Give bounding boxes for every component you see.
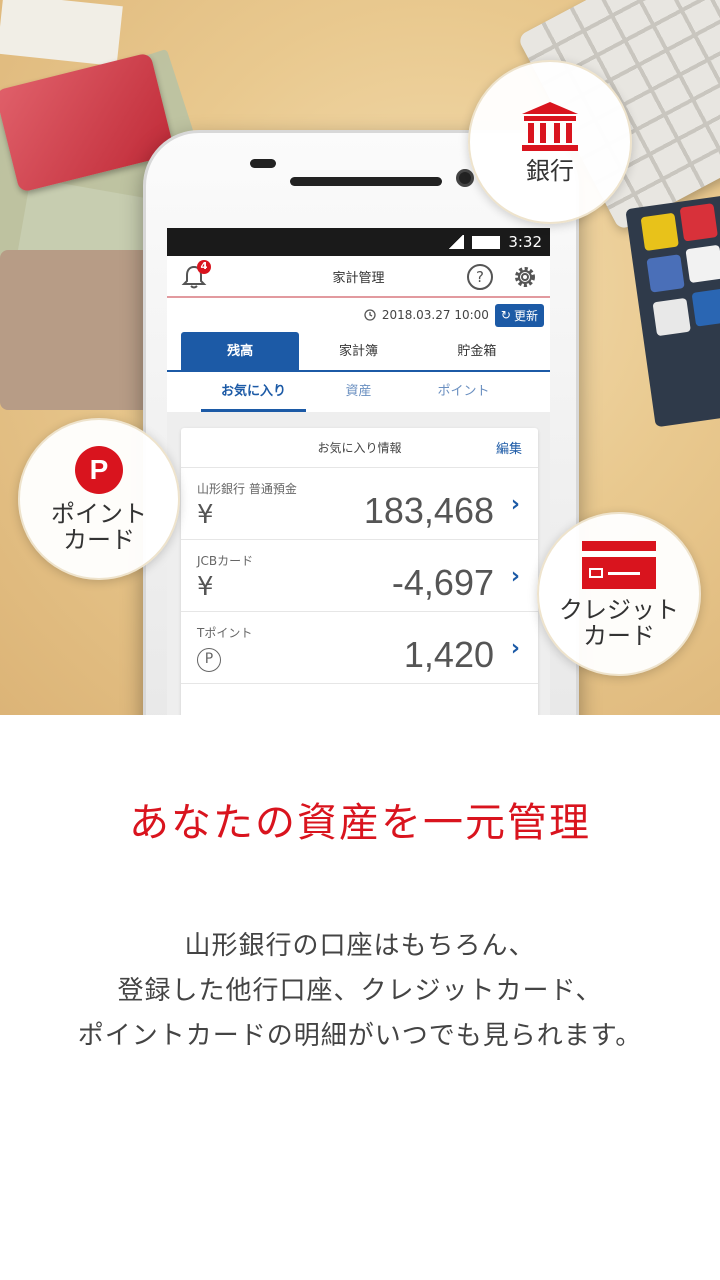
tab-savings-box[interactable]: 貯金箱 <box>418 332 536 370</box>
phone-sensor <box>250 159 276 168</box>
favorites-card: お気に入り情報 編集 山形銀行 普通預金 ¥ 183,468 › JCBカード … <box>181 428 538 715</box>
sub-tabs: お気に入り 資産 ポイント <box>167 372 550 412</box>
update-bar: 2018.03.27 10:00 ↻ 更新 <box>167 298 550 332</box>
account-label: JCBカード <box>197 554 254 568</box>
updated-at: 2018.03.27 10:00 <box>381 308 489 322</box>
refresh-label: 更新 <box>513 308 538 323</box>
credit-card-badge: クレジット カード <box>537 512 701 676</box>
point-card-icon: P <box>75 445 123 494</box>
tab-household-book[interactable]: 家計簿 <box>299 332 417 370</box>
subtab-favorites[interactable]: お気に入り <box>201 372 306 412</box>
description-line: 登録した他行口座、クレジットカード、 <box>117 976 603 1006</box>
account-balance: -4,697 <box>391 562 494 603</box>
pouch-decor <box>0 250 160 410</box>
account-label: 山形銀行 普通預金 <box>197 482 297 496</box>
description-line: ポイントカードの明細がいつでも見られます。 <box>77 1021 643 1051</box>
app-screen: 3:32 4 家計管理 ? 2018.03.27 10:00 ↻ 更新 残高 家… <box>167 228 550 715</box>
point-badge-line1: ポイント <box>51 499 147 528</box>
tab-balance[interactable]: 残高 <box>181 332 300 370</box>
account-balance: 183,468 <box>363 490 494 531</box>
refresh-icon: ↻ <box>500 308 511 322</box>
status-time: 3:32 <box>508 233 542 251</box>
credit-badge-line2: カード <box>583 622 655 650</box>
currency-unit: ¥ <box>197 500 214 530</box>
phone-camera <box>456 169 474 187</box>
account-label: Tポイント <box>197 626 253 640</box>
account-row-bank[interactable]: 山形銀行 普通預金 ¥ 183,468 › <box>181 468 538 540</box>
gear-icon[interactable] <box>512 264 538 290</box>
bank-badge: 銀行 <box>468 60 632 224</box>
bank-badge-label: 銀行 <box>526 156 574 185</box>
battery-icon <box>472 235 501 249</box>
paper-decor <box>0 0 123 67</box>
help-icon[interactable]: ? <box>467 264 493 290</box>
signal-icon <box>448 235 465 249</box>
refresh-button[interactable]: ↻ 更新 <box>494 303 544 327</box>
chevron-right-icon: › <box>510 564 520 589</box>
status-bar: 3:32 <box>167 228 550 256</box>
description-line: 山形銀行の口座はもちろん、 <box>184 931 536 961</box>
headline: あなたの資産を一元管理 <box>129 800 591 846</box>
point-card-badge: P ポイント カード <box>18 418 180 580</box>
subtab-points[interactable]: ポイント <box>411 372 516 412</box>
subtab-assets[interactable]: 資産 <box>306 372 411 412</box>
bank-icon <box>522 101 578 151</box>
favorites-card-header: お気に入り情報 編集 <box>181 428 538 468</box>
account-row-points[interactable]: Tポイント P 1,420 › <box>181 612 538 684</box>
palette-decor <box>625 192 720 428</box>
chevron-right-icon: › <box>510 636 520 661</box>
point-balance: 1,420 <box>403 634 494 675</box>
svg-text:P: P <box>90 454 109 485</box>
favorites-card-title: お気に入り情報 <box>317 441 402 455</box>
app-header: 4 家計管理 ? <box>167 256 550 298</box>
credit-badge-line1: クレジット <box>559 595 679 624</box>
edit-button[interactable]: 編集 <box>496 438 522 457</box>
credit-card-icon <box>582 540 656 589</box>
clock-icon <box>364 309 376 321</box>
chevron-right-icon: › <box>510 492 520 517</box>
point-unit-icon: P <box>197 648 221 672</box>
main-tabs: 残高 家計簿 貯金箱 <box>167 332 550 372</box>
currency-unit: ¥ <box>197 572 214 602</box>
hero-photo: 3:32 4 家計管理 ? 2018.03.27 10:00 ↻ 更新 残高 家… <box>0 0 720 715</box>
account-row-credit[interactable]: JCBカード ¥ -4,697 › <box>181 540 538 612</box>
phone-speaker <box>290 177 442 186</box>
point-badge-line2: カード <box>63 526 135 554</box>
